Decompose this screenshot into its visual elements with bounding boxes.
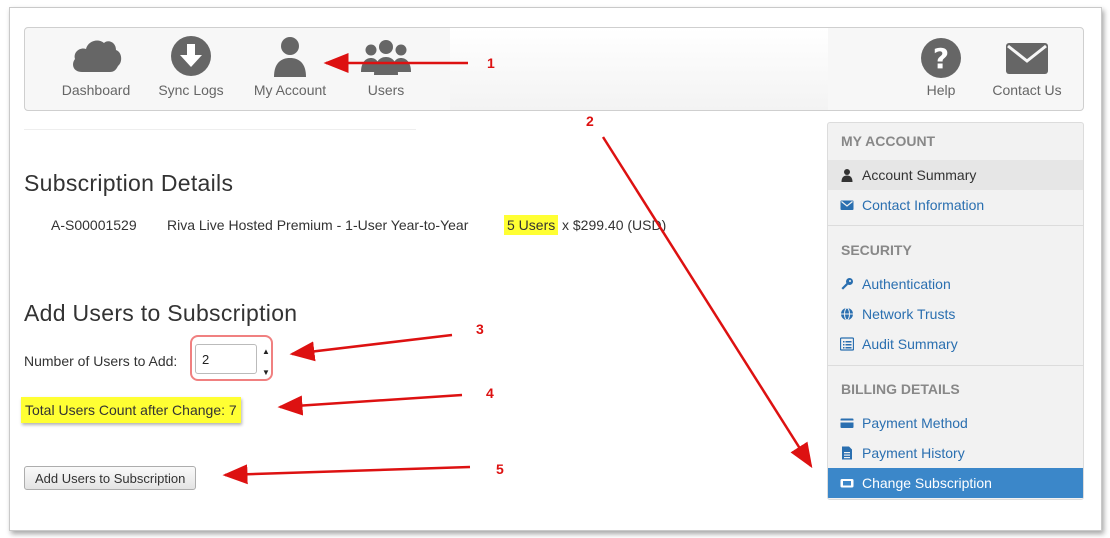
globe-icon bbox=[841, 307, 853, 321]
sidebar-item-payment-history[interactable]: Payment History bbox=[828, 438, 1083, 468]
account-sidebar: MY ACCOUNT Account Summary Contact Infor… bbox=[827, 122, 1084, 500]
question-circle-icon: ? bbox=[921, 38, 961, 78]
qty-label: Number of Users to Add: bbox=[24, 353, 178, 369]
nav-sync-logs[interactable]: Sync Logs bbox=[153, 28, 229, 110]
sidebar-item-change-subscription[interactable]: Change Subscription bbox=[828, 468, 1083, 498]
subscription-price: x $299.40 (USD) bbox=[562, 217, 667, 233]
list-icon bbox=[840, 337, 854, 351]
spin-down-icon[interactable]: ▼ bbox=[262, 369, 270, 377]
total-users-count: Total Users Count after Change: 7 bbox=[21, 397, 241, 423]
nav-users[interactable]: Users bbox=[355, 28, 417, 110]
add-users-button[interactable]: Add Users to Subscription bbox=[24, 466, 197, 490]
document-icon bbox=[842, 446, 852, 460]
cloud-icon bbox=[73, 40, 122, 72]
download-circle-icon bbox=[171, 36, 211, 76]
sidebar-item-network-trusts[interactable]: Network Trusts bbox=[828, 299, 1083, 329]
key-icon bbox=[841, 278, 853, 290]
nav-help[interactable]: ? Help bbox=[913, 28, 969, 110]
users-icon bbox=[361, 40, 411, 75]
annotation-number-2: 2 bbox=[586, 113, 594, 129]
sidebar-section-billing-details: BILLING DETAILS bbox=[841, 381, 960, 397]
user-icon bbox=[841, 169, 853, 182]
subscription-id: A-S00001529 bbox=[51, 217, 137, 233]
nav-contact-us[interactable]: Contact Us bbox=[987, 28, 1067, 110]
nav-dashboard[interactable]: Dashboard bbox=[58, 28, 134, 110]
annotation-number-5: 5 bbox=[496, 461, 504, 477]
app-window: Dashboard Sync Logs My Account Users ? H… bbox=[9, 7, 1102, 531]
divider bbox=[24, 129, 416, 130]
add-users-heading: Add Users to Subscription bbox=[24, 300, 298, 326]
sidebar-item-authentication[interactable]: Authentication bbox=[828, 269, 1083, 299]
nav-my-account[interactable]: My Account bbox=[249, 28, 331, 110]
annotation-number-4: 4 bbox=[486, 385, 494, 401]
subscription-details-heading: Subscription Details bbox=[24, 170, 234, 196]
spin-up-icon[interactable]: ▲ bbox=[262, 348, 270, 356]
top-navbar: Dashboard Sync Logs My Account Users ? H… bbox=[24, 27, 1084, 111]
ticket-icon bbox=[840, 479, 854, 488]
sidebar-section-security: SECURITY bbox=[841, 242, 912, 258]
sidebar-item-account-summary[interactable]: Account Summary bbox=[828, 160, 1083, 190]
sidebar-section-my-account: MY ACCOUNT bbox=[841, 133, 936, 149]
annotation-number-1: 1 bbox=[487, 55, 495, 71]
sidebar-item-contact-information[interactable]: Contact Information bbox=[828, 190, 1083, 220]
subscription-plan: Riva Live Hosted Premium - 1-User Year-t… bbox=[167, 217, 469, 233]
annotation-number-3: 3 bbox=[476, 321, 484, 337]
sidebar-item-payment-method[interactable]: Payment Method bbox=[828, 408, 1083, 438]
credit-card-icon bbox=[840, 418, 854, 428]
subscription-users: 5 Users bbox=[504, 215, 559, 235]
sidebar-item-audit-summary[interactable]: Audit Summary bbox=[828, 329, 1083, 359]
user-icon bbox=[274, 37, 306, 77]
svg-text:?: ? bbox=[933, 42, 949, 75]
qty-input[interactable] bbox=[195, 344, 257, 374]
envelope-icon bbox=[1006, 43, 1048, 74]
envelope-icon bbox=[840, 200, 854, 210]
